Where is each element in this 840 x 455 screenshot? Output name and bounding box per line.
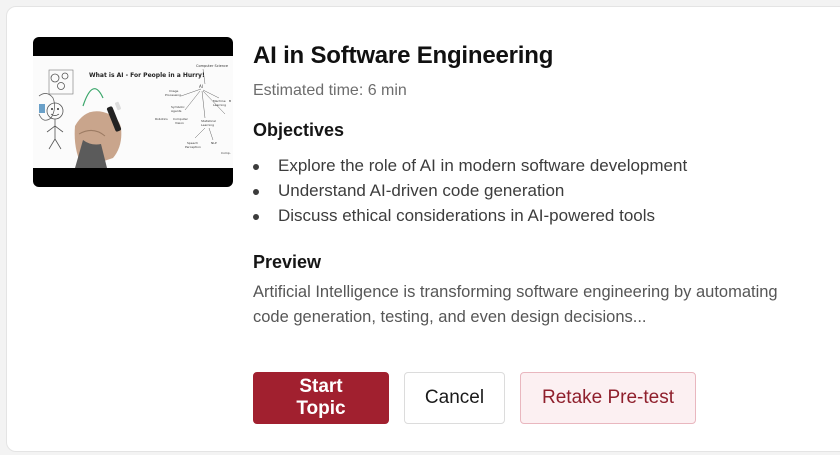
topic-details: AI in Software Engineering Estimated tim…	[253, 40, 813, 330]
action-bar: Start Topic Cancel Retake Pre-test	[253, 372, 696, 424]
topic-title: AI in Software Engineering	[253, 42, 554, 69]
svg-text:NLP: NLP	[211, 141, 217, 145]
svg-text:Vision: Vision	[175, 121, 184, 125]
retake-pretest-button[interactable]: Retake Pre-test	[520, 372, 696, 424]
svg-text:Perception: Perception	[185, 145, 201, 149]
thumbnail-frame: Computer Science AI Image Processing Sym…	[33, 56, 233, 168]
video-thumbnail[interactable]: Computer Science AI Image Processing Sym…	[33, 37, 233, 187]
svg-text:AI: AI	[199, 84, 203, 89]
objectives-list: Explore the role of AI in modern softwar…	[253, 153, 813, 228]
preview-text: Artificial Intelligence is transforming …	[253, 283, 778, 326]
svg-text:Processing: Processing	[165, 93, 181, 97]
list-item: Explore the role of AI in modern softwar…	[253, 153, 813, 178]
svg-text:Agents: Agents	[171, 109, 182, 113]
list-item: Discuss ethical considerations in AI-pow…	[253, 203, 813, 228]
start-topic-button[interactable]: Start Topic	[253, 372, 389, 424]
cancel-button[interactable]: Cancel	[404, 372, 505, 424]
svg-text:Learning: Learning	[201, 123, 214, 127]
svg-text:Comp.: Comp.	[221, 151, 231, 155]
svg-text:Robotics: Robotics	[155, 117, 168, 121]
list-item: Understand AI-driven code generation	[253, 178, 813, 203]
estimated-time: Estimated time: 6 min	[253, 82, 407, 99]
svg-text:Computer Science: Computer Science	[196, 64, 228, 68]
objectives-heading: Objectives	[253, 120, 345, 140]
preview-heading: Preview	[253, 252, 322, 272]
svg-text:Learning: Learning	[213, 103, 226, 107]
svg-text:B: B	[229, 99, 231, 103]
thumbnail-caption: What is AI - For People in a Hurry!	[89, 72, 205, 79]
